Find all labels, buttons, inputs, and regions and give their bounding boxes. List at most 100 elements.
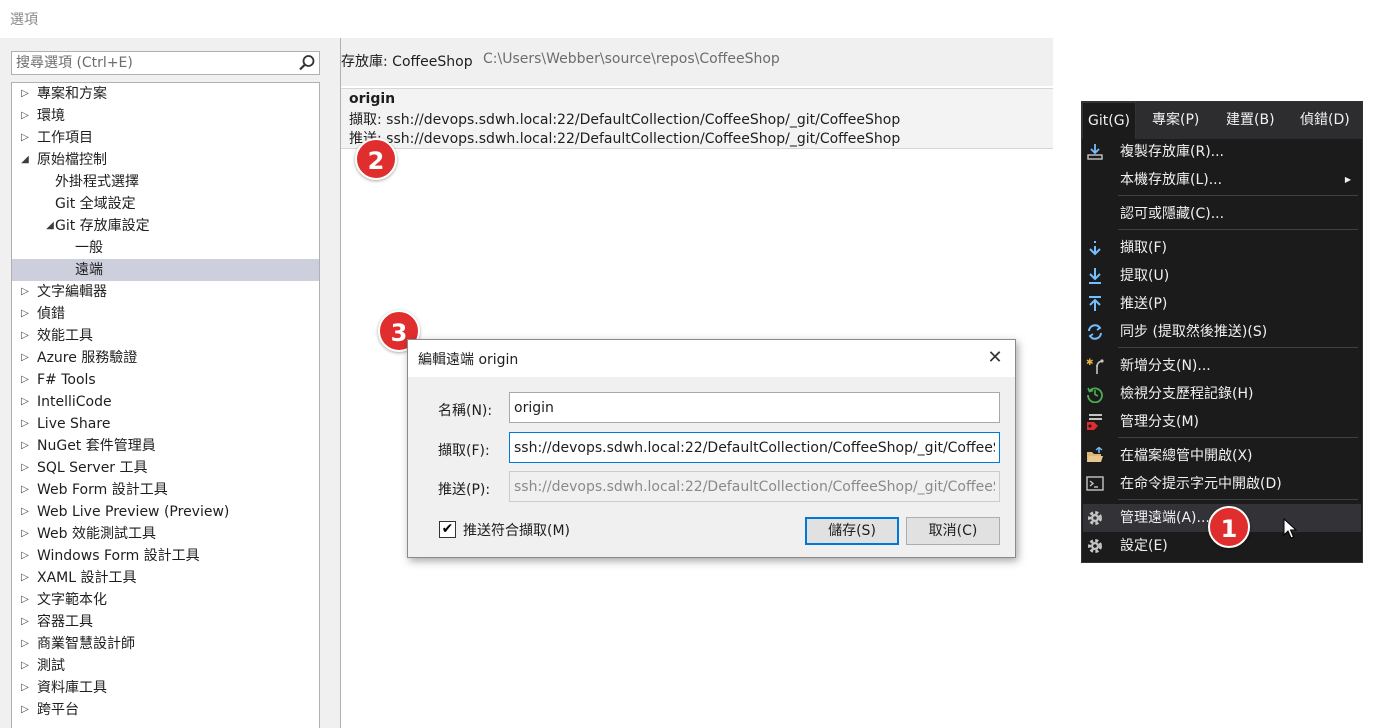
tree-item[interactable]: 遠端	[12, 259, 319, 281]
tree-item-label: XAML 設計工具	[37, 570, 137, 586]
tree-item[interactable]: ▷ 工作項目	[12, 127, 319, 149]
menu-item-manage-branches[interactable]: 管理分支(M)	[1083, 408, 1361, 436]
remote-push-url: 推送: ssh://devops.sdwh.local:22/DefaultCo…	[349, 131, 901, 147]
tree-item[interactable]: ▷ Windows Form 設計工具	[12, 545, 319, 567]
save-button[interactable]: 儲存(S)	[805, 517, 899, 545]
expand-arrow-icon[interactable]: ▷	[18, 589, 32, 611]
tree-item[interactable]: ◢ 原始檔控制	[12, 149, 319, 171]
menubar-debug[interactable]: 偵錯(D)	[1295, 102, 1355, 139]
menu-item-clone-repo[interactable]: 複製存放庫(R)...	[1083, 138, 1361, 166]
expand-arrow-icon[interactable]: ▷	[18, 633, 32, 655]
expand-arrow-icon[interactable]: ▷	[18, 413, 32, 435]
tree-item[interactable]: ▷ 專案和方案	[12, 83, 319, 105]
tree-item[interactable]: ▷ 商業智慧設計師	[12, 633, 319, 655]
search-options-input[interactable]	[16, 54, 286, 72]
expand-arrow-icon[interactable]: ▷	[18, 655, 32, 677]
fetch-label: 擷取(F):	[438, 443, 490, 459]
manage-branches-icon	[1087, 414, 1102, 430]
tree-item[interactable]: ▷ Web Form 設計工具	[12, 479, 319, 501]
push-matches-fetch-checkbox[interactable]: ✔	[439, 521, 456, 538]
expand-arrow-icon[interactable]: ▷	[18, 83, 32, 105]
tree-item[interactable]: ▷ 偵錯	[12, 303, 319, 325]
menubar-project[interactable]: 專案(P)	[1147, 102, 1204, 139]
tree-item[interactable]: ▷ 效能工具	[12, 325, 319, 347]
expand-arrow-icon[interactable]: ▷	[18, 677, 32, 699]
menu-item-branch-history[interactable]: 檢視分支歷程記錄(H)	[1083, 380, 1361, 408]
menu-item-label: 新增分支(N)...	[1120, 358, 1211, 374]
tree-item[interactable]: ▷ Web 效能測試工具	[12, 523, 319, 545]
tree-item[interactable]: ▷ Web Live Preview (Preview)	[12, 501, 319, 523]
expand-arrow-icon[interactable]: ▷	[18, 435, 32, 457]
terminal-icon	[1086, 476, 1104, 491]
menu-item-fetch[interactable]: 擷取(F)	[1083, 234, 1361, 262]
menu-separator	[1118, 437, 1358, 438]
options-tree: ▷ 專案和方案 ▷ 環境 ▷ 工作項目 ◢ 原始檔控制外掛程式選擇 Git 全域設定 ◢ Git 存…	[11, 82, 320, 728]
tree-item[interactable]: ▷ 資料庫工具	[12, 677, 319, 699]
fetch-url-input[interactable]	[509, 432, 1000, 463]
cancel-button[interactable]: 取消(C)	[906, 517, 1000, 545]
remote-fetch-url: 擷取: ssh://devops.sdwh.local:22/DefaultCo…	[349, 112, 901, 128]
svg-text:✱: ✱	[1086, 358, 1094, 368]
expand-arrow-icon[interactable]: ▷	[18, 501, 32, 523]
expand-arrow-icon[interactable]: ▷	[18, 325, 32, 347]
expand-arrow-icon[interactable]: ▷	[18, 127, 32, 149]
menu-item-open-explorer[interactable]: 在檔案總管中開啟(X)	[1083, 442, 1361, 470]
menu-item-pull[interactable]: 提取(U)	[1083, 262, 1361, 290]
tree-item[interactable]: ▷ Live Share	[12, 413, 319, 435]
menu-item-sync[interactable]: 同步 (提取然後推送)(S)	[1083, 318, 1361, 346]
expand-arrow-icon[interactable]: ▷	[18, 457, 32, 479]
menu-item-label: 推送(P)	[1120, 296, 1168, 312]
tree-item[interactable]: ▷ XAML 設計工具	[12, 567, 319, 589]
tree-item[interactable]: ▷ NuGet 套件管理員	[12, 435, 319, 457]
expand-arrow-icon[interactable]: ▷	[18, 303, 32, 325]
search-options-box[interactable]	[11, 51, 320, 75]
menubar-git[interactable]: Git(G)	[1082, 102, 1136, 139]
menu-item-commit-stash[interactable]: 認可或隱藏(C)...	[1083, 200, 1361, 228]
menu-item-label: 認可或隱藏(C)...	[1120, 206, 1225, 222]
tree-item[interactable]: ◢ Git 存放庫設定	[12, 215, 319, 237]
push-matches-fetch-label[interactable]: 推送符合擷取(M)	[463, 520, 570, 540]
menu-separator	[1118, 195, 1358, 196]
remote-list-item[interactable]: origin 擷取: ssh://devops.sdwh.local:22/De…	[341, 88, 1053, 149]
expand-arrow-icon[interactable]: ▷	[18, 105, 32, 127]
tree-item-label: Azure 服務驗證	[37, 350, 138, 366]
tree-item[interactable]: 外掛程式選擇	[12, 171, 319, 193]
menu-item-open-command-prompt[interactable]: 在命令提示字元中開啟(D)	[1083, 470, 1361, 498]
menu-item-new-branch[interactable]: ✱ 新增分支(N)...	[1083, 352, 1361, 380]
expand-arrow-icon[interactable]: ▷	[18, 523, 32, 545]
close-icon[interactable]: ✕	[981, 345, 1009, 371]
collapse-arrow-icon[interactable]: ◢	[18, 149, 32, 171]
tree-item[interactable]: ▷ F# Tools	[12, 369, 319, 391]
tree-item-label: 外掛程式選擇	[55, 174, 139, 190]
expand-arrow-icon[interactable]: ▷	[18, 391, 32, 413]
expand-arrow-icon[interactable]: ▷	[18, 369, 32, 391]
tree-item[interactable]: ▷ 跨平台	[12, 699, 319, 721]
expand-arrow-icon[interactable]: ▷	[18, 567, 32, 589]
tree-item[interactable]: ▷ 文字編輯器	[12, 281, 319, 303]
expand-arrow-icon[interactable]: ▷	[18, 699, 32, 721]
expand-arrow-icon[interactable]: ▷	[18, 281, 32, 303]
tree-item[interactable]: ▷ SQL Server 工具	[12, 457, 319, 479]
tree-item[interactable]: ▷ 文字範本化	[12, 589, 319, 611]
tree-item[interactable]: Git 全域設定	[12, 193, 319, 215]
expand-arrow-icon[interactable]: ▷	[18, 347, 32, 369]
menu-item-push[interactable]: 推送(P)	[1083, 290, 1361, 318]
name-input[interactable]	[509, 392, 1000, 423]
expand-arrow-icon[interactable]: ▷	[18, 545, 32, 567]
tree-item[interactable]: 一般	[12, 237, 319, 259]
expand-arrow-icon[interactable]: ▷	[18, 479, 32, 501]
menu-item-local-repos[interactable]: 本機存放庫(L)... ▶	[1083, 166, 1361, 194]
tree-item[interactable]: ▷ IntelliCode	[12, 391, 319, 413]
repo-header: 存放庫: CoffeeShop C:\Users\Webber\source\r…	[341, 38, 1053, 86]
tree-item[interactable]: ▷ 容器工具	[12, 611, 319, 633]
gear-icon	[1088, 511, 1102, 525]
expand-arrow-icon[interactable]: ▷	[18, 611, 32, 633]
search-icon[interactable]	[298, 54, 316, 72]
push-url-input	[509, 471, 1000, 502]
tree-item-label: 文字範本化	[37, 592, 107, 608]
clone-icon	[1087, 144, 1103, 160]
tree-item[interactable]: ▷ 測試	[12, 655, 319, 677]
tree-item[interactable]: ▷ 環境	[12, 105, 319, 127]
tree-item[interactable]: ▷ Azure 服務驗證	[12, 347, 319, 369]
menubar-build[interactable]: 建置(B)	[1221, 102, 1280, 139]
